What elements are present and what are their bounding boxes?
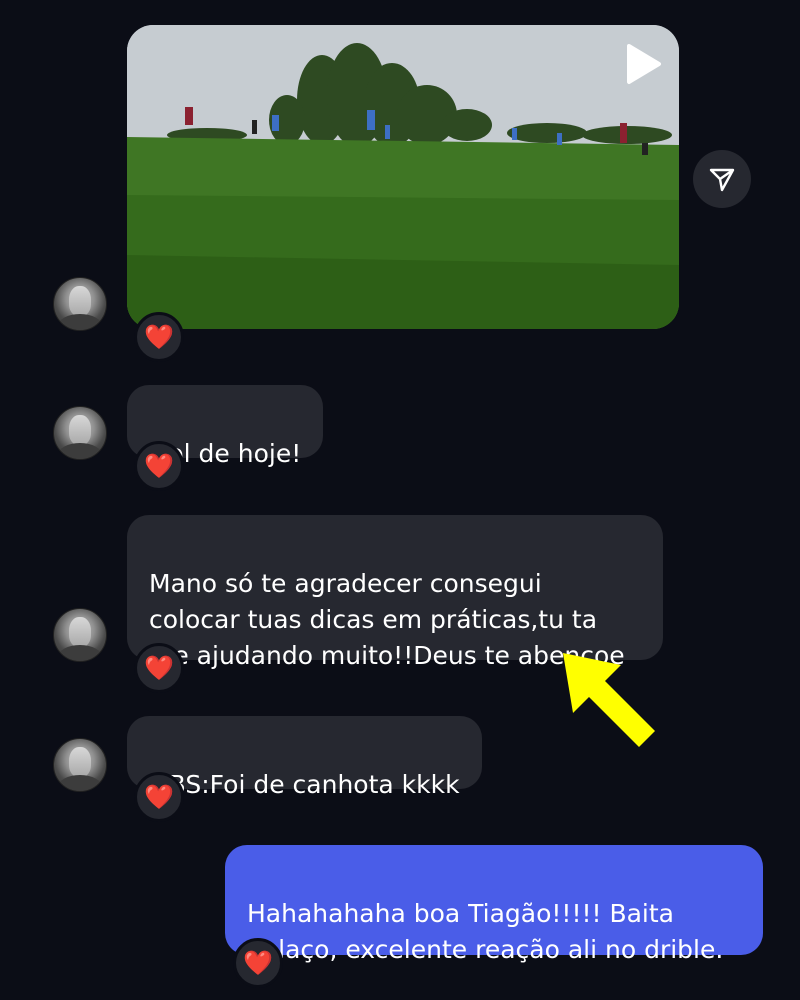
share-button[interactable] (693, 150, 751, 208)
reaction-heart[interactable]: ❤️ (134, 772, 184, 822)
reaction-heart[interactable]: ❤️ (134, 312, 184, 362)
heart-icon: ❤️ (144, 783, 174, 811)
message-text: Hahahahaha boa Tiagão!!!!! Baita golaço,… (247, 899, 724, 964)
message-text: OBS:Foi de canhota kkkk (149, 770, 460, 799)
sender-avatar[interactable] (53, 608, 107, 662)
received-message-bubble[interactable]: Mano só te agradecer consegui colocar tu… (127, 515, 663, 670)
heart-icon: ❤️ (243, 949, 273, 977)
avatar-shoulders (58, 775, 102, 791)
reaction-heart[interactable]: ❤️ (134, 441, 184, 491)
yellow-arrow (563, 653, 655, 747)
video-scene (127, 25, 679, 329)
sender-avatar[interactable] (53, 738, 107, 792)
avatar-shoulders (58, 645, 102, 661)
heart-icon: ❤️ (144, 452, 174, 480)
play-icon[interactable] (623, 43, 663, 85)
heart-icon: ❤️ (144, 654, 174, 682)
avatar-face (69, 747, 91, 777)
avatar-face (69, 415, 91, 445)
message-text: Mano só te agradecer consegui colocar tu… (149, 569, 625, 670)
sender-avatar[interactable] (53, 406, 107, 460)
avatar-face (69, 617, 91, 647)
video-message-thumbnail[interactable] (127, 25, 679, 329)
heart-icon: ❤️ (144, 323, 174, 351)
sender-avatar[interactable] (53, 277, 107, 331)
avatar-shoulders (58, 314, 102, 330)
sent-message-bubble[interactable]: Hahahahaha boa Tiagão!!!!! Baita golaço,… (225, 845, 763, 964)
received-message-bubble[interactable]: OBS:Foi de canhota kkkk (127, 716, 482, 799)
reaction-heart[interactable]: ❤️ (233, 938, 283, 988)
avatar-face (69, 286, 91, 316)
avatar-shoulders (58, 443, 102, 459)
reaction-heart[interactable]: ❤️ (134, 643, 184, 693)
paper-plane-icon (709, 168, 735, 192)
